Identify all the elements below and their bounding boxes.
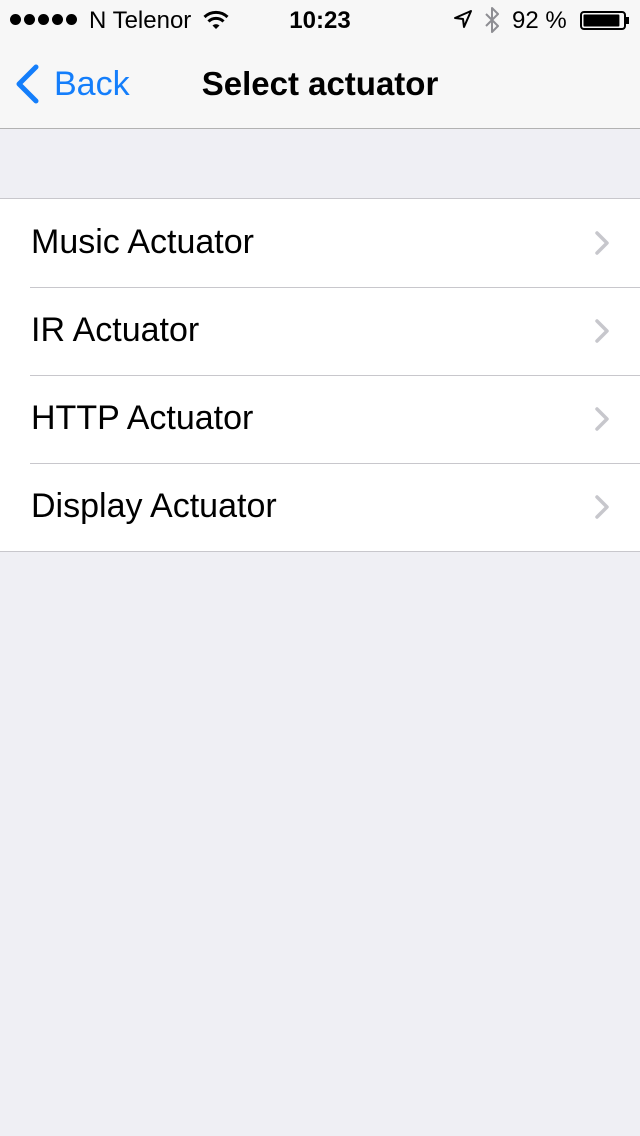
battery-percentage: 92 % [512, 7, 567, 34]
top-bar: N Telenor 10:23 92 % Back Select actuato… [0, 0, 640, 129]
navigation-bar: Back Select actuator [0, 40, 640, 128]
bluetooth-icon [485, 7, 499, 33]
battery-icon [580, 11, 629, 30]
actuator-list: Music Actuator IR Actuator HTTP Actuator… [0, 198, 640, 552]
chevron-right-icon [595, 495, 609, 519]
chevron-right-icon [595, 407, 609, 431]
list-item-label: IR Actuator [31, 311, 200, 349]
list-item-ir-actuator[interactable]: IR Actuator [0, 287, 640, 375]
location-arrow-icon [454, 10, 472, 28]
list-item-label: Music Actuator [31, 223, 254, 261]
list-item-label: HTTP Actuator [31, 399, 254, 437]
status-bar: N Telenor 10:23 92 % [0, 0, 640, 40]
list-item-label: Display Actuator [31, 487, 277, 525]
list-item-music-actuator[interactable]: Music Actuator [0, 199, 640, 287]
chevron-right-icon [595, 319, 609, 343]
page-title: Select actuator [201, 65, 439, 102]
list-item-http-actuator[interactable]: HTTP Actuator [0, 375, 640, 463]
chevron-right-icon [595, 231, 609, 255]
list-item-display-actuator[interactable]: Display Actuator [0, 463, 640, 551]
